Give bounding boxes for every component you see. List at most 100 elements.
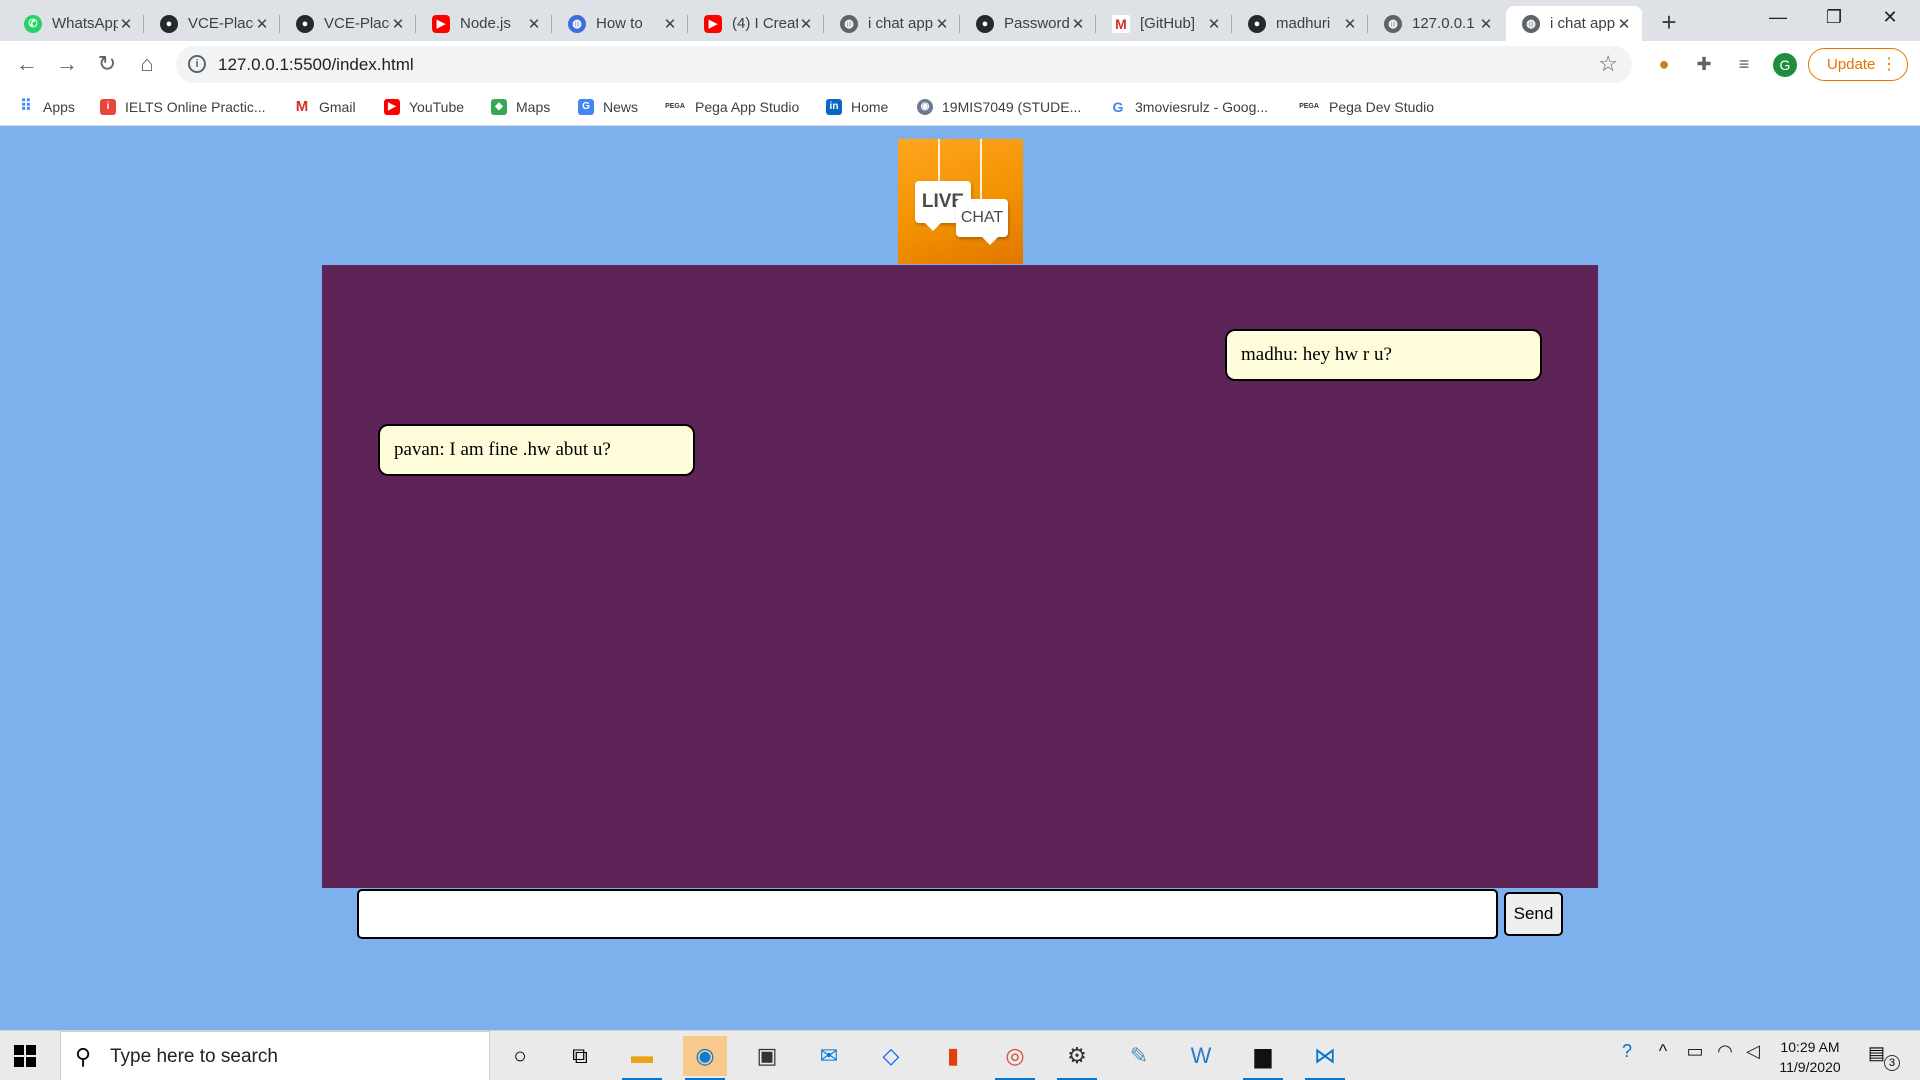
notepad-icon[interactable]: ✎ — [1117, 1036, 1161, 1076]
send-button[interactable]: Send — [1504, 892, 1563, 936]
bookmark-apps[interactable]: ⠿ Apps — [18, 95, 75, 119]
close-icon[interactable]: ✕ — [254, 15, 270, 33]
chrome-icon[interactable]: ◎ — [993, 1036, 1037, 1080]
battery-icon[interactable]: ▭ — [1684, 1041, 1706, 1062]
tab-title: i chat app — [1550, 15, 1616, 32]
search-placeholder: Type here to search — [110, 1046, 278, 1067]
tab-vce-placements-2[interactable]: ● VCE-Placements ✕ — [280, 6, 416, 41]
site-info-icon[interactable]: i — [188, 55, 206, 73]
tab-gmail-github[interactable]: M [GitHub] ✕ — [1096, 6, 1232, 41]
bookmark-news[interactable]: G News — [578, 95, 638, 119]
bookmark-label: 3moviesrulz - Goog... — [1135, 99, 1269, 115]
bookmark-3moviesrulz[interactable]: G 3moviesrulz - Goog... — [1110, 95, 1269, 119]
tab-title: VCE-Placements — [324, 15, 390, 32]
bookmark-youtube[interactable]: ▶ YouTube — [384, 95, 464, 119]
whatsapp-icon: ✆ — [24, 14, 42, 33]
bookmark-label: Apps — [43, 99, 75, 115]
edge-icon[interactable]: ◉ — [683, 1036, 727, 1080]
close-window-button[interactable]: ✕ — [1862, 0, 1918, 34]
extensions-puzzle-icon[interactable]: ✚ — [1692, 52, 1716, 76]
close-icon[interactable]: ✕ — [662, 15, 678, 33]
restore-button[interactable]: ❐ — [1806, 0, 1862, 34]
home-icon[interactable]: ⌂ — [132, 49, 162, 79]
file-explorer-icon[interactable]: ▬ — [620, 1036, 664, 1080]
tab-madhuri[interactable]: ● madhuri ✕ — [1232, 6, 1368, 41]
tab-how-to[interactable]: ◍ How to ✕ — [552, 6, 688, 41]
globe-icon: ◍ — [1522, 14, 1540, 33]
bookmark-pega-app-studio[interactable]: PEGA Pega App Studio — [664, 95, 799, 119]
minimize-button[interactable]: — — [1750, 0, 1806, 34]
cortana-icon[interactable]: ○ — [498, 1036, 542, 1076]
url-text[interactable]: 127.0.0.1:5500/index.html — [218, 55, 414, 75]
linkedin-icon: in — [826, 99, 842, 115]
reload-icon[interactable]: ↻ — [92, 49, 122, 79]
tab-title: VCE-Placements — [188, 15, 254, 32]
message-input[interactable] — [357, 889, 1498, 939]
close-icon[interactable]: ✕ — [1342, 15, 1358, 33]
tab-youtube-create[interactable]: ▶ (4) I Create ✕ — [688, 6, 824, 41]
tab-vce-placements[interactable]: ● VCE-Placements ✕ — [144, 6, 280, 41]
tab-title: 127.0.0.1 — [1412, 15, 1475, 32]
bookmark-star-icon[interactable]: ☆ — [1598, 51, 1618, 77]
bookmark-pega-dev-studio[interactable]: PEGA Pega Dev Studio — [1298, 95, 1434, 119]
bookmark-gmail[interactable]: M Gmail — [294, 95, 356, 119]
mail-icon[interactable]: ✉ — [807, 1036, 851, 1076]
address-bar[interactable]: i 127.0.0.1:5500/index.html ☆ — [176, 46, 1632, 83]
tab-whatsapp[interactable]: ✆ WhatsApp ✕ — [8, 6, 144, 41]
close-icon[interactable]: ✕ — [526, 15, 542, 33]
bookmark-student-portal[interactable]: ◉ 19MIS7049 (STUDE... — [917, 95, 1081, 119]
store-icon[interactable]: ▣ — [745, 1036, 789, 1076]
tab-title: [GitHub] — [1140, 15, 1196, 32]
tab-nodejs[interactable]: ▶ Node.js ✕ — [416, 6, 552, 41]
kebab-menu-icon[interactable]: ⋮ — [1881, 49, 1897, 80]
github-icon: ● — [296, 14, 314, 33]
profile-avatar[interactable]: G — [1773, 53, 1797, 77]
tab-localhost[interactable]: ◍ 127.0.0.1 ✕ — [1368, 6, 1504, 41]
close-icon[interactable]: ✕ — [1478, 15, 1494, 33]
notifications-icon[interactable]: ▤ 3 — [1868, 1043, 1900, 1071]
bookmarks-bar: ⠿ Apps i IELTS Online Practic... M Gmail… — [0, 88, 1920, 126]
media-control-icon[interactable]: ≡ — [1732, 52, 1756, 76]
bookmark-label: Maps — [516, 99, 551, 115]
close-icon[interactable]: ✕ — [934, 15, 950, 33]
cookie-extension-icon[interactable]: ● — [1652, 52, 1676, 76]
close-icon[interactable]: ✕ — [390, 15, 406, 33]
bookmark-label: Gmail — [319, 99, 356, 115]
bookmark-label: IELTS Online Practic... — [125, 99, 266, 115]
system-clock[interactable]: 10:29 AM 11/9/2020 — [1768, 1037, 1852, 1077]
google-icon: G — [1112, 99, 1124, 115]
chevron-up-icon[interactable]: ^ — [1652, 1041, 1674, 1062]
dropbox-icon[interactable]: ◇ — [869, 1036, 913, 1076]
word-icon[interactable]: W — [1179, 1036, 1223, 1076]
bookmark-maps[interactable]: ◆ Maps — [491, 95, 550, 119]
update-button[interactable]: Update ⋮ — [1808, 48, 1908, 81]
back-arrow-icon[interactable]: ← — [12, 49, 42, 79]
update-label: Update — [1827, 56, 1876, 73]
close-icon[interactable]: ✕ — [798, 15, 814, 33]
notification-count-badge: 3 — [1884, 1055, 1900, 1071]
close-icon[interactable]: ✕ — [118, 15, 134, 33]
close-icon[interactable]: ✕ — [1616, 15, 1632, 33]
taskbar-search-box[interactable]: ⚲ Type here to search — [60, 1031, 490, 1080]
help-icon[interactable]: ? — [1614, 1041, 1640, 1062]
close-icon[interactable]: ✕ — [1070, 15, 1086, 33]
terminal-icon[interactable]: ▆ — [1241, 1036, 1285, 1080]
tab-password[interactable]: ● Password ✕ — [960, 6, 1096, 41]
settings-icon[interactable]: ⚙ — [1055, 1036, 1099, 1080]
vscode-icon[interactable]: ⋈ — [1303, 1036, 1347, 1080]
bookmark-label: News — [603, 99, 639, 115]
forward-arrow-icon[interactable]: → — [52, 49, 82, 79]
bookmark-linkedin-home[interactable]: in Home — [826, 95, 888, 119]
new-tab-button[interactable]: + — [1654, 8, 1684, 38]
task-view-icon[interactable]: ⧉ — [558, 1036, 602, 1076]
windows-start-icon[interactable] — [14, 1045, 36, 1067]
tab-i-chat-app[interactable]: ◍ i chat app ✕ — [824, 6, 960, 41]
volume-icon[interactable]: ◁ — [1742, 1041, 1764, 1062]
bookmark-ielts[interactable]: i IELTS Online Practic... — [100, 95, 266, 119]
wifi-icon[interactable]: ◠ — [1714, 1041, 1736, 1062]
globe-icon: ◍ — [1384, 14, 1402, 33]
live-chat-logo: LIVE CHAT — [898, 139, 1023, 264]
tab-i-chat-app-active[interactable]: ◍ i chat app ✕ — [1506, 6, 1642, 41]
office-icon[interactable]: ▮ — [931, 1036, 975, 1076]
close-icon[interactable]: ✕ — [1206, 15, 1222, 33]
